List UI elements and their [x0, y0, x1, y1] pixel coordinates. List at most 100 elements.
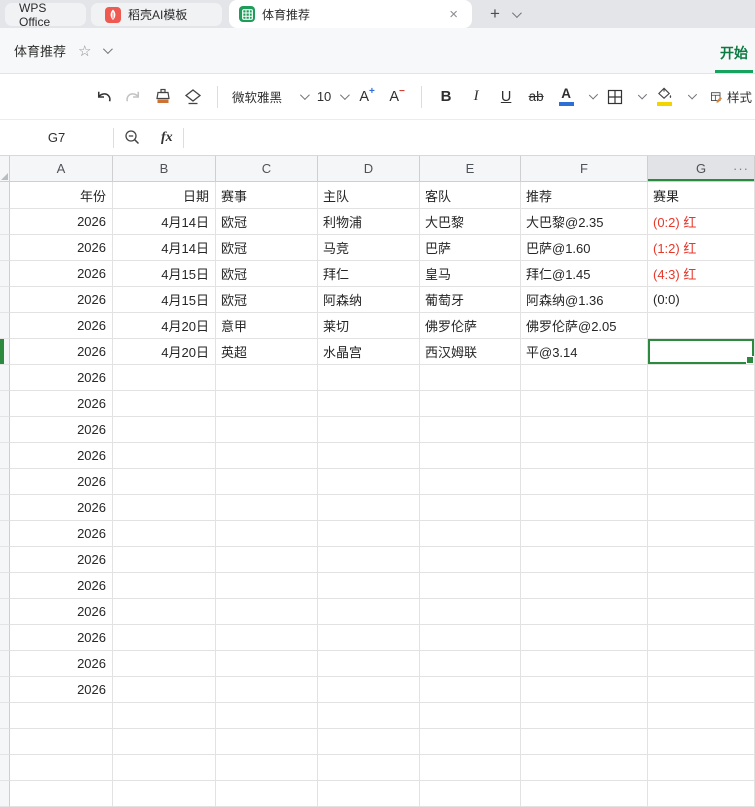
cell-G24[interactable]: [648, 781, 755, 807]
cell-E9[interactable]: [420, 391, 521, 417]
cell-G9[interactable]: [648, 391, 755, 417]
cell-C12[interactable]: [216, 469, 318, 495]
font-color-chevron-icon[interactable]: [588, 90, 599, 100]
cell-E5[interactable]: 葡萄牙: [420, 287, 521, 313]
cell-A8[interactable]: 2026: [10, 365, 113, 391]
borders-chevron-icon[interactable]: [638, 90, 648, 100]
row-header-17[interactable]: [0, 599, 10, 625]
cell-C17[interactable]: [216, 599, 318, 625]
cell-C9[interactable]: [216, 391, 318, 417]
cell-G15[interactable]: [648, 547, 755, 573]
row-header-14[interactable]: [0, 521, 10, 547]
row-header-22[interactable]: [0, 729, 10, 755]
bold-button[interactable]: B: [434, 83, 458, 111]
cell-D16[interactable]: [318, 573, 420, 599]
cell-F17[interactable]: [521, 599, 648, 625]
cell-A24[interactable]: [10, 781, 113, 807]
cell-B19[interactable]: [113, 651, 216, 677]
cell-D23[interactable]: [318, 755, 420, 781]
cell-G16[interactable]: [648, 573, 755, 599]
close-tab-icon[interactable]: ×: [445, 5, 462, 24]
cell-D18[interactable]: [318, 625, 420, 651]
row-header-13[interactable]: [0, 495, 10, 521]
cell-C14[interactable]: [216, 521, 318, 547]
cell-E10[interactable]: [420, 417, 521, 443]
cell-A18[interactable]: 2026: [10, 625, 113, 651]
row-header-19[interactable]: [0, 651, 10, 677]
eraser-button[interactable]: [181, 83, 205, 111]
cell-F13[interactable]: [521, 495, 648, 521]
row-header-5[interactable]: [0, 287, 10, 313]
cell-G23[interactable]: [648, 755, 755, 781]
column-header-B[interactable]: B: [113, 156, 216, 182]
find-icon[interactable]: [124, 129, 141, 146]
cell-C2[interactable]: 欧冠: [216, 209, 318, 235]
cell-B24[interactable]: [113, 781, 216, 807]
cell-E15[interactable]: [420, 547, 521, 573]
row-header-2[interactable]: [0, 209, 10, 235]
strikethrough-button[interactable]: ab: [524, 83, 548, 111]
row-header-23[interactable]: [0, 755, 10, 781]
cell-F14[interactable]: [521, 521, 648, 547]
name-box[interactable]: G7: [0, 130, 113, 145]
row-header-20[interactable]: [0, 677, 10, 703]
cell-C8[interactable]: [216, 365, 318, 391]
cell-F24[interactable]: [521, 781, 648, 807]
cell-C18[interactable]: [216, 625, 318, 651]
cell-C5[interactable]: 欧冠: [216, 287, 318, 313]
cell-G22[interactable]: [648, 729, 755, 755]
cell-C23[interactable]: [216, 755, 318, 781]
cell-D11[interactable]: [318, 443, 420, 469]
cell-A6[interactable]: 2026: [10, 313, 113, 339]
cell-B22[interactable]: [113, 729, 216, 755]
cell-D4[interactable]: 拜仁: [318, 261, 420, 287]
cell-C10[interactable]: [216, 417, 318, 443]
font-color-button[interactable]: A: [554, 83, 578, 111]
cell-B17[interactable]: [113, 599, 216, 625]
cell-D14[interactable]: [318, 521, 420, 547]
cell-E12[interactable]: [420, 469, 521, 495]
cell-F21[interactable]: [521, 703, 648, 729]
cell-E20[interactable]: [420, 677, 521, 703]
cell-F9[interactable]: [521, 391, 648, 417]
cell-G5[interactable]: (0:0): [648, 287, 755, 313]
cell-F1[interactable]: 推荐: [521, 182, 648, 209]
cell-G20[interactable]: [648, 677, 755, 703]
column-header-C[interactable]: C: [216, 156, 318, 182]
cell-F11[interactable]: [521, 443, 648, 469]
row-header-10[interactable]: [0, 417, 10, 443]
ribbon-tab-home[interactable]: 开始: [715, 43, 753, 73]
cell-B8[interactable]: [113, 365, 216, 391]
cell-G8[interactable]: [648, 365, 755, 391]
cell-F23[interactable]: [521, 755, 648, 781]
cell-F8[interactable]: [521, 365, 648, 391]
cell-B3[interactable]: 4月14日: [113, 235, 216, 261]
row-header-4[interactable]: [0, 261, 10, 287]
tab-wps-office[interactable]: WPS Office: [5, 1, 86, 29]
cell-D5[interactable]: 阿森纳: [318, 287, 420, 313]
select-all-corner[interactable]: [0, 156, 10, 182]
undo-button[interactable]: [91, 83, 115, 111]
cell-G2[interactable]: (0:2) 红: [648, 209, 755, 235]
cell-C7[interactable]: 英超: [216, 339, 318, 365]
cell-B20[interactable]: [113, 677, 216, 703]
row-header-1[interactable]: [0, 182, 10, 209]
cell-E6[interactable]: 佛罗伦萨: [420, 313, 521, 339]
cell-A7[interactable]: 2026: [10, 339, 113, 365]
row-header-9[interactable]: [0, 391, 10, 417]
cell-B15[interactable]: [113, 547, 216, 573]
cell-D17[interactable]: [318, 599, 420, 625]
cell-B14[interactable]: [113, 521, 216, 547]
cell-G3[interactable]: (1:2) 红: [648, 235, 755, 261]
cell-E8[interactable]: [420, 365, 521, 391]
cell-A11[interactable]: 2026: [10, 443, 113, 469]
cell-F16[interactable]: [521, 573, 648, 599]
cell-D10[interactable]: [318, 417, 420, 443]
row-header-11[interactable]: [0, 443, 10, 469]
cell-C4[interactable]: 欧冠: [216, 261, 318, 287]
tab-docer-ai-template[interactable]: 稻壳AI模板: [91, 3, 222, 26]
cell-F3[interactable]: 巴萨@1.60: [521, 235, 648, 261]
cell-D21[interactable]: [318, 703, 420, 729]
column-header-E[interactable]: E: [420, 156, 521, 182]
row-header-3[interactable]: [0, 235, 10, 261]
